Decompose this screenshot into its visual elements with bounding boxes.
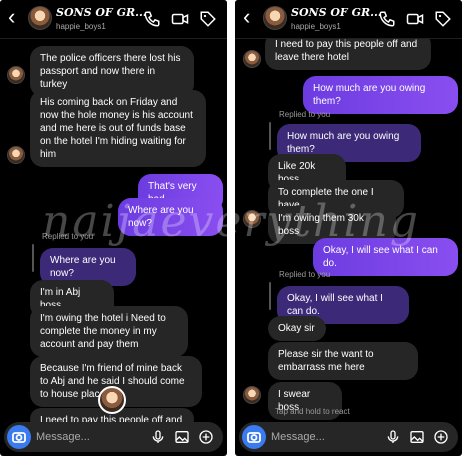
message-input[interactable]: Message... bbox=[36, 431, 90, 443]
header-avatar[interactable] bbox=[263, 6, 287, 30]
sender-avatar bbox=[243, 50, 261, 68]
right-chat-screen: ‹ SONS OF GR... happie_boys1 I need to p… bbox=[235, 0, 462, 456]
received-message[interactable]: Please sir the want to embarrass me here bbox=[268, 342, 418, 380]
camera-icon[interactable] bbox=[242, 425, 266, 449]
received-message[interactable]: Okay sir bbox=[268, 316, 326, 341]
video-call-icon[interactable] bbox=[171, 10, 189, 28]
microphone-icon[interactable] bbox=[385, 429, 401, 445]
tag-icon[interactable] bbox=[199, 10, 217, 28]
header-avatar[interactable] bbox=[28, 6, 52, 30]
sender-avatar bbox=[7, 66, 25, 84]
chat-title[interactable]: SONS OF GR... bbox=[291, 6, 382, 19]
typing-avatar bbox=[98, 386, 126, 414]
tag-icon[interactable] bbox=[434, 10, 452, 28]
phone-icon[interactable] bbox=[378, 10, 396, 28]
sender-avatar bbox=[7, 146, 25, 164]
gallery-icon[interactable] bbox=[174, 429, 190, 445]
sent-message[interactable]: How much are you owing them? bbox=[303, 76, 458, 114]
back-arrow-icon[interactable]: ‹ bbox=[243, 6, 250, 28]
message-thread: The police officers there lost his passp… bbox=[0, 38, 227, 430]
sender-avatar bbox=[243, 386, 261, 404]
replied-label: Replied to you bbox=[42, 232, 94, 241]
received-message[interactable]: His coming back on Friday and now the ho… bbox=[30, 90, 206, 167]
sent-message[interactable]: Okay, I will see what I can do. bbox=[313, 238, 458, 276]
message-input[interactable]: Message... bbox=[271, 431, 325, 443]
message-thread: I need to pay this people off and leave … bbox=[235, 32, 462, 420]
add-icon[interactable] bbox=[198, 429, 214, 445]
replied-label: Replied to you bbox=[279, 110, 331, 119]
microphone-icon[interactable] bbox=[150, 429, 166, 445]
chat-title[interactable]: SONS OF GR... bbox=[56, 6, 147, 19]
react-hint: Tap and hold to react bbox=[275, 407, 350, 416]
chat-username: happie_boys1 bbox=[56, 22, 106, 31]
camera-icon[interactable] bbox=[7, 425, 31, 449]
message-composer[interactable]: Message... bbox=[239, 422, 458, 452]
reply-bar bbox=[32, 244, 34, 272]
video-call-icon[interactable] bbox=[406, 10, 424, 28]
replied-label: Replied to you bbox=[279, 270, 331, 279]
reply-bar bbox=[269, 122, 271, 150]
gallery-icon[interactable] bbox=[409, 429, 425, 445]
back-arrow-icon[interactable]: ‹ bbox=[8, 6, 15, 28]
sender-avatar bbox=[243, 210, 261, 228]
add-icon[interactable] bbox=[433, 429, 449, 445]
left-chat-screen: ‹ SONS OF GR... happie_boys1 The police … bbox=[0, 0, 227, 456]
received-message[interactable]: I'm owing the hotel i Need to complete t… bbox=[30, 306, 188, 357]
reply-bar bbox=[269, 282, 271, 310]
phone-icon[interactable] bbox=[143, 10, 161, 28]
sent-message[interactable]: Where are you now? bbox=[118, 198, 223, 236]
chat-header: ‹ SONS OF GR... happie_boys1 bbox=[235, 0, 462, 39]
chat-header: ‹ SONS OF GR... happie_boys1 bbox=[0, 0, 227, 39]
chat-username: happie_boys1 bbox=[291, 22, 341, 31]
message-composer[interactable]: Message... bbox=[4, 422, 223, 452]
